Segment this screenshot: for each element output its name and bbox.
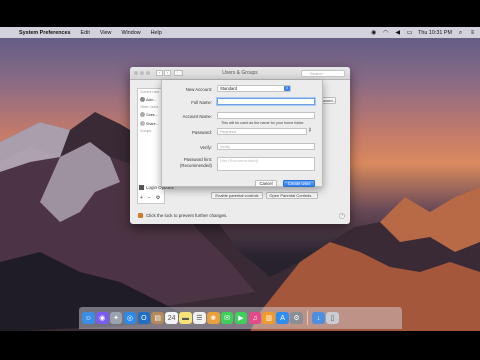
verify-field[interactable]: Verify [217, 143, 315, 150]
password-hint-field[interactable]: Hint (Recommended) [217, 157, 315, 171]
password-field[interactable]: Required [217, 128, 307, 135]
password-hint-recommended-label: (Recommended) [179, 163, 212, 168]
wifi-icon[interactable]: ◠ [382, 30, 389, 36]
enable-parental-controls-checkbox[interactable]: Enable parental controls [211, 192, 263, 199]
menu-view[interactable]: View [95, 30, 117, 36]
key-icon[interactable]: ⚷ [308, 127, 312, 133]
menu-edit[interactable]: Edit [76, 30, 95, 36]
downloads-icon[interactable]: ↓ [312, 311, 325, 325]
letterbox-bottom [0, 331, 480, 360]
menu-clock[interactable]: Thu 10:31 PM [418, 30, 452, 36]
ibooks-icon[interactable]: ▥ [262, 311, 276, 325]
account-name-field[interactable] [217, 112, 315, 119]
facetime-icon[interactable]: ▶ [234, 311, 248, 325]
avatar [140, 97, 145, 102]
open-parental-controls-button[interactable]: Open Parental Controls... [266, 192, 318, 199]
launchpad-icon[interactable]: ✦ [109, 311, 123, 325]
lock-text: Click the lock to prevent further change… [146, 213, 228, 218]
safari-icon[interactable]: ◎ [123, 311, 137, 325]
add-remove-controls: + − ⚙ [140, 195, 160, 201]
calendar-icon[interactable]: 24 [165, 311, 178, 325]
sidebar-item-label: Adm... [146, 97, 157, 102]
photos-icon[interactable]: ❀ [206, 311, 220, 325]
password-label: Password: [191, 130, 212, 135]
notification-center-icon[interactable]: ≡ [469, 30, 476, 36]
sp-titlebar: ‹ › ⋮⋮ Users & Groups Search [130, 67, 350, 80]
reminders-icon[interactable]: ☰ [193, 311, 206, 325]
volume-icon[interactable]: ◀ [394, 30, 401, 36]
spotlight-icon[interactable]: ⌕ [457, 30, 464, 36]
account-name-hint: This will be used as the name for your h… [221, 121, 305, 125]
contacts-icon[interactable]: ▤ [151, 311, 165, 325]
screen-record-icon[interactable]: ◉ [370, 30, 377, 36]
action-gear-icon[interactable]: ⚙ [156, 195, 160, 201]
account-name-label: Account Name: [182, 114, 212, 119]
search-field[interactable]: Search [301, 70, 345, 77]
messages-icon[interactable]: ✉ [220, 311, 234, 325]
new-account-label: New Account: [185, 87, 212, 92]
lock-icon[interactable] [138, 213, 143, 218]
chevron-updown-icon: ⇕ [284, 86, 290, 91]
add-user-button[interactable]: + [140, 195, 143, 201]
dock: ☺ ◉ ✦ ◎ O ▤ 24 ▬ ☰ ❀ ✉ ▶ ♫ ▥ A ⚙ ↓ ▯ [79, 307, 402, 329]
itunes-icon[interactable]: ♫ [248, 311, 262, 325]
cancel-button[interactable]: Cancel [255, 180, 277, 187]
account-type-value: Standard [220, 86, 237, 91]
avatar [140, 121, 145, 126]
avatar [140, 112, 145, 117]
siri-icon[interactable]: ◉ [95, 311, 109, 325]
sidebar-item-label: Share... [146, 121, 159, 126]
verify-label: Verify: [200, 145, 212, 150]
finder-icon[interactable]: ☺ [82, 311, 95, 325]
letterbox-top [0, 0, 480, 27]
full-name-field[interactable] [217, 98, 315, 105]
help-button[interactable]: ? [339, 213, 345, 219]
remove-user-button[interactable]: − [148, 195, 151, 201]
battery-icon[interactable]: ▭ [406, 30, 413, 36]
home-icon [139, 185, 144, 190]
trash-icon[interactable]: ▯ [326, 311, 339, 325]
menu-window[interactable]: Window [116, 30, 145, 36]
notes-icon[interactable]: ▬ [179, 311, 192, 325]
password-hint-label: Password hint: [183, 157, 212, 162]
menu-help[interactable]: Help [146, 30, 167, 36]
sidebar-item-label: Gues... [146, 112, 158, 117]
full-name-label: Full Name: [191, 100, 212, 105]
app-store-icon[interactable]: A [276, 311, 289, 325]
system-preferences-icon[interactable]: ⚙ [290, 311, 303, 325]
status-area: ◉ ◠ ◀ ▭ Thu 10:31 PM ⌕ ≡ [370, 30, 480, 36]
lock-row: Click the lock to prevent further change… [138, 213, 228, 218]
menu-app-name[interactable]: System Preferences [14, 30, 76, 36]
outlook-icon[interactable]: O [137, 311, 151, 325]
create-user-button[interactable]: Create User [283, 180, 315, 187]
menu-bar: System Preferences Edit View Window Help… [0, 27, 480, 38]
dock-separator [307, 311, 308, 325]
account-type-popup[interactable]: Standard ⇕ [217, 85, 291, 92]
